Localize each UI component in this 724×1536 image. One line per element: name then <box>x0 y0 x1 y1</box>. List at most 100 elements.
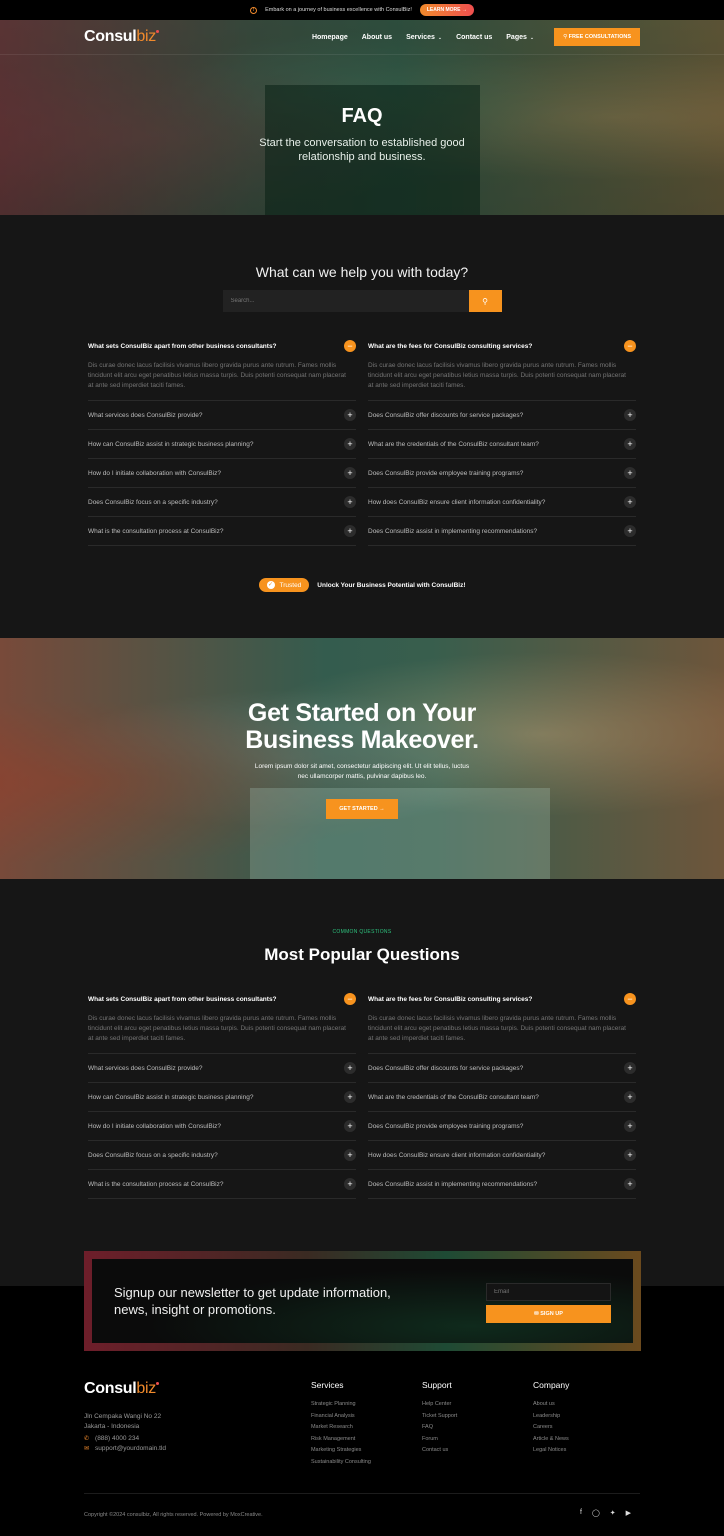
plus-icon[interactable]: + <box>624 1091 636 1103</box>
plus-icon[interactable]: + <box>624 438 636 450</box>
plus-icon[interactable]: + <box>344 1120 356 1132</box>
nav-item-about[interactable]: About us <box>362 34 392 41</box>
faq-item[interactable]: How do I initiate collaboration with Con… <box>88 459 356 488</box>
faq-item[interactable]: Does ConsulBiz provide employee training… <box>368 1112 636 1141</box>
search-input[interactable] <box>222 290 469 312</box>
footer-link[interactable]: Article & News <box>533 1434 644 1446</box>
faq-question-row[interactable]: What sets ConsulBiz apart from other bus… <box>88 993 356 1005</box>
nav-item-homepage[interactable]: Homepage <box>312 34 348 41</box>
plus-icon[interactable]: + <box>344 496 356 508</box>
footer-link[interactable]: FAQ <box>422 1422 533 1434</box>
faq-question-row[interactable]: What are the fees for ConsulBiz consulti… <box>368 993 636 1005</box>
faq-item[interactable]: How do I initiate collaboration with Con… <box>88 1112 356 1141</box>
faq-item[interactable]: Does ConsulBiz assist in implementing re… <box>368 1170 636 1199</box>
footer-link[interactable]: Sustainability Consulting <box>311 1457 422 1469</box>
cta-text-line: nec ullamcorper mattis, pulvinar dapibus… <box>297 773 427 780</box>
plus-icon[interactable]: + <box>344 1178 356 1190</box>
faq-item[interactable]: What is the consultation process at Cons… <box>88 1170 356 1199</box>
nav-item-services[interactable]: Services ⌄ <box>406 34 442 41</box>
faq-item[interactable]: Does ConsulBiz provide employee training… <box>368 459 636 488</box>
plus-icon[interactable]: + <box>624 409 636 421</box>
footer-link[interactable]: Risk Management <box>311 1434 422 1446</box>
faq-question: What sets ConsulBiz apart from other bus… <box>88 342 277 350</box>
get-started-button[interactable]: GET STARTED → <box>326 799 398 819</box>
faq-item[interactable]: Does ConsulBiz focus on a specific indus… <box>88 1141 356 1170</box>
hero-subtitle-line: Start the conversation to established go… <box>259 137 465 149</box>
search-button[interactable]: ⚲ <box>468 290 502 312</box>
plus-icon[interactable]: + <box>624 467 636 479</box>
plus-icon[interactable]: + <box>624 1120 636 1132</box>
faq-question: Does ConsulBiz assist in implementing re… <box>368 1180 538 1188</box>
faq-item[interactable]: What sets ConsulBiz apart from other bus… <box>88 335 356 401</box>
minus-icon[interactable]: − <box>344 993 356 1005</box>
faq-item[interactable]: What are the fees for ConsulBiz consulti… <box>368 988 636 1054</box>
faq-item[interactable]: Does ConsulBiz offer discounts for servi… <box>368 401 636 430</box>
instagram-icon[interactable]: ◯ <box>592 1509 600 1517</box>
popular-questions-section: COMMON QUESTIONS Most Popular Questions … <box>0 929 724 1199</box>
faq-column-right: What are the fees for ConsulBiz consulti… <box>368 335 636 546</box>
logo-main: Consul <box>84 1380 137 1397</box>
footer-link[interactable]: Strategic Planning <box>311 1399 422 1411</box>
signup-button[interactable]: ✉ SIGN UP <box>486 1304 611 1323</box>
plus-icon[interactable]: + <box>624 496 636 508</box>
footer-link[interactable]: Marketing Strategies <box>311 1445 422 1457</box>
mail-icon: ✉ <box>534 1310 539 1317</box>
footer-link[interactable]: Market Research <box>311 1422 422 1434</box>
footer-link[interactable]: Ticket Support <box>422 1411 533 1423</box>
footer-link[interactable]: Legal Notices <box>533 1445 644 1457</box>
plus-icon[interactable]: + <box>344 409 356 421</box>
faq-item[interactable]: What sets ConsulBiz apart from other bus… <box>88 988 356 1054</box>
faq-item[interactable]: How does ConsulBiz ensure client informa… <box>368 1141 636 1170</box>
plus-icon[interactable]: + <box>624 525 636 537</box>
newsletter-box: Signup our newsletter to get update info… <box>84 1251 641 1351</box>
youtube-icon[interactable]: ▶ <box>626 1509 631 1517</box>
nav-item-pages[interactable]: Pages ⌄ <box>506 34 534 41</box>
email-field[interactable] <box>486 1282 611 1301</box>
footer-link[interactable]: Careers <box>533 1422 644 1434</box>
plus-icon[interactable]: + <box>344 1091 356 1103</box>
free-consultations-button[interactable]: ⚲ FREE CONSULTATIONS <box>554 28 640 46</box>
facebook-icon[interactable]: f <box>580 1509 582 1517</box>
learn-more-button[interactable]: LEARN MORE → <box>419 4 474 16</box>
nav-menu: Homepage About us Services ⌄ Contact us P… <box>312 28 640 46</box>
minus-icon[interactable]: − <box>344 340 356 352</box>
faq-item[interactable]: How can ConsulBiz assist in strategic bu… <box>88 430 356 459</box>
faq-item[interactable]: What is the consultation process at Cons… <box>88 517 356 546</box>
faq-item[interactable]: Does ConsulBiz focus on a specific indus… <box>88 488 356 517</box>
plus-icon[interactable]: + <box>344 467 356 479</box>
plus-icon[interactable]: + <box>344 1149 356 1161</box>
twitter-icon[interactable]: ✦ <box>610 1509 616 1517</box>
nav-item-contact[interactable]: Contact us <box>456 34 492 41</box>
faq-item[interactable]: What services does ConsulBiz provide? + <box>88 401 356 430</box>
minus-icon[interactable]: − <box>624 993 636 1005</box>
faq-question-row[interactable]: What sets ConsulBiz apart from other bus… <box>88 340 356 352</box>
faq-item[interactable]: What services does ConsulBiz provide? + <box>88 1054 356 1083</box>
faq-item[interactable]: What are the credentials of the ConsulBi… <box>368 430 636 459</box>
minus-icon[interactable]: − <box>624 340 636 352</box>
footer-contact: Consulbiz Jln Cempaka Wangi No 22 Jakarta… <box>84 1380 311 1469</box>
plus-icon[interactable]: + <box>344 1062 356 1074</box>
footer-link[interactable]: Help Center <box>422 1399 533 1411</box>
footer-email[interactable]: ✉ support@yourdomain.tld <box>84 1445 311 1452</box>
footer-link[interactable]: Forum <box>422 1434 533 1446</box>
plus-icon[interactable]: + <box>624 1178 636 1190</box>
help-section: What can we help you with today? ⚲ <box>0 215 724 312</box>
footer-link[interactable]: About us <box>533 1399 644 1411</box>
plus-icon[interactable]: + <box>624 1062 636 1074</box>
plus-icon[interactable]: + <box>344 438 356 450</box>
faq-item[interactable]: How can ConsulBiz assist in strategic bu… <box>88 1083 356 1112</box>
phone-text: (888) 4000 234 <box>95 1435 140 1442</box>
faq-item[interactable]: How does ConsulBiz ensure client informa… <box>368 488 636 517</box>
faq-item[interactable]: What are the fees for ConsulBiz consulti… <box>368 335 636 401</box>
footer-link[interactable]: Contact us <box>422 1445 533 1457</box>
footer-link[interactable]: Leadership <box>533 1411 644 1423</box>
logo[interactable]: Consulbiz <box>84 28 159 46</box>
faq-question-row[interactable]: What are the fees for ConsulBiz consulti… <box>368 340 636 352</box>
footer-logo[interactable]: Consulbiz <box>84 1380 311 1398</box>
plus-icon[interactable]: + <box>624 1149 636 1161</box>
faq-item[interactable]: Does ConsulBiz offer discounts for servi… <box>368 1054 636 1083</box>
faq-item[interactable]: Does ConsulBiz assist in implementing re… <box>368 517 636 546</box>
footer-link[interactable]: Financial Analysis <box>311 1411 422 1423</box>
plus-icon[interactable]: + <box>344 525 356 537</box>
faq-item[interactable]: What are the credentials of the ConsulBi… <box>368 1083 636 1112</box>
